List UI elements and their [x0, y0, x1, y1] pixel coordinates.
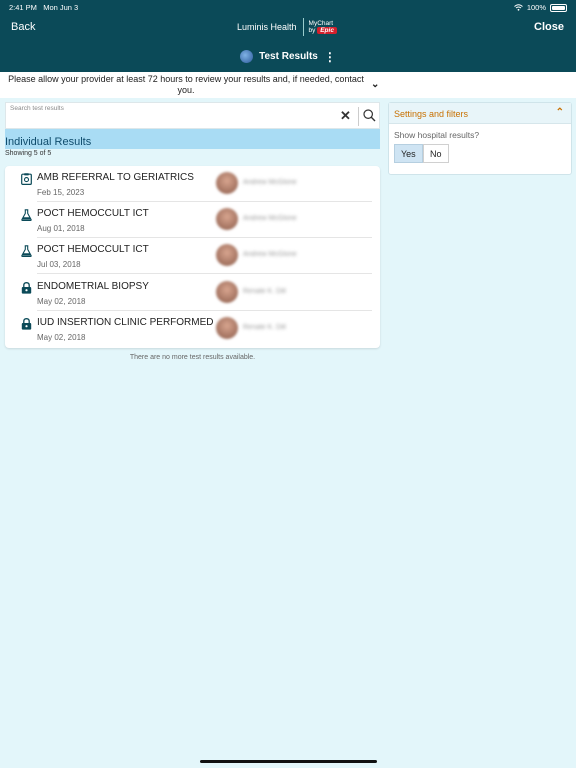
provider-avatar	[216, 172, 238, 194]
result-name: ENDOMETRIAL BIOPSY	[37, 281, 149, 292]
page-title: Test Results	[259, 51, 318, 62]
close-button[interactable]: Close	[534, 21, 564, 33]
flask-icon	[21, 209, 32, 221]
result-date: Feb 15, 2023	[37, 188, 85, 197]
status-right: 100%	[513, 3, 567, 12]
settings-filters-panel: Settings and filters ⌃ Show hospital res…	[388, 102, 572, 175]
more-options-icon[interactable]: ⋮	[324, 51, 336, 63]
no-button[interactable]: No	[423, 144, 449, 163]
lock-icon	[21, 318, 32, 330]
no-more-results: There are no more test results available…	[129, 354, 256, 361]
brand-luminis: Luminis Health	[237, 18, 304, 36]
notice-text: Please allow your provider at least 72 h…	[8, 74, 364, 95]
provider-avatar	[216, 244, 238, 266]
result-name: POCT HEMOCCULT ICT	[37, 244, 149, 255]
back-button[interactable]: Back	[11, 21, 35, 33]
home-indicator[interactable]	[200, 760, 377, 763]
battery-percent: 100%	[526, 3, 546, 12]
provider-name: Andrew McGlone	[243, 179, 297, 186]
yes-button[interactable]: Yes	[394, 144, 423, 163]
status-bar: 2:41 PM Mon Jun 3 100%	[0, 0, 576, 14]
search-divider	[358, 107, 359, 126]
result-row[interactable]: AMB REFERRAL TO GERIATRICS Feb 15, 2023 …	[5, 166, 380, 202]
provider-name: Andrew McGlone	[243, 251, 297, 258]
result-name: POCT HEMOCCULT ICT	[37, 208, 149, 219]
result-row[interactable]: ENDOMETRIAL BIOPSY May 02, 2018 Renate K…	[5, 275, 380, 311]
chevron-down-icon[interactable]: ⌄	[371, 79, 379, 90]
provider-avatar	[216, 317, 238, 339]
result-date: Jul 03, 2018	[37, 260, 81, 269]
search-placeholder: Search test results	[10, 105, 64, 112]
battery-icon	[550, 3, 567, 12]
provider-avatar	[216, 281, 238, 303]
search-input[interactable]: Search test results ✕	[5, 102, 380, 129]
provider-name: Andrew McGlone	[243, 215, 297, 222]
clear-icon[interactable]: ✕	[340, 109, 351, 122]
flask-icon	[21, 245, 32, 257]
top-bar: 2:41 PM Mon Jun 3 100% Back Luminis Heal…	[0, 0, 576, 72]
result-row[interactable]: IUD INSERTION CLINIC PERFORMED May 02, 2…	[5, 311, 380, 347]
result-name: IUD INSERTION CLINIC PERFORMED	[37, 317, 214, 328]
results-count: Showing 5 of 5	[5, 150, 52, 157]
globe-avatar-icon[interactable]	[240, 50, 254, 63]
brand-logo: Luminis Health MyChart by Epic	[237, 18, 337, 36]
provider-name: Renate K. Dill	[243, 288, 286, 295]
hospital-results-question: Show hospital results?	[394, 130, 480, 140]
provider-name: Renate K. Dill	[243, 324, 286, 331]
result-date: May 02, 2018	[37, 333, 86, 342]
provider-avatar	[216, 208, 238, 230]
filters-title: Settings and filters	[394, 109, 469, 119]
wifi-icon	[513, 4, 523, 11]
lock-icon	[21, 282, 32, 294]
chevron-up-icon[interactable]: ⌃	[556, 107, 564, 118]
result-date: Aug 01, 2018	[37, 224, 85, 233]
clipboard-icon	[21, 173, 32, 185]
brand-mychart: MyChart by Epic	[309, 20, 337, 34]
results-list: AMB REFERRAL TO GERIATRICS Feb 15, 2023 …	[5, 166, 380, 348]
result-row[interactable]: POCT HEMOCCULT ICT Jul 03, 2018 Andrew M…	[5, 238, 380, 274]
section-header: Individual Results	[5, 129, 380, 149]
page-title-row: Test Results ⋮	[0, 50, 576, 63]
status-time: 2:41 PM Mon Jun 3	[9, 3, 79, 12]
result-name: AMB REFERRAL TO GERIATRICS	[37, 172, 194, 183]
result-row[interactable]: POCT HEMOCCULT ICT Aug 01, 2018 Andrew M…	[5, 202, 380, 238]
review-notice: Please allow your provider at least 72 h…	[0, 72, 576, 98]
result-date: May 02, 2018	[37, 297, 86, 306]
search-icon[interactable]	[363, 109, 376, 122]
filters-header[interactable]: Settings and filters ⌃	[389, 103, 571, 124]
section-title: Individual Results	[5, 136, 92, 148]
row-divider	[37, 273, 372, 274]
